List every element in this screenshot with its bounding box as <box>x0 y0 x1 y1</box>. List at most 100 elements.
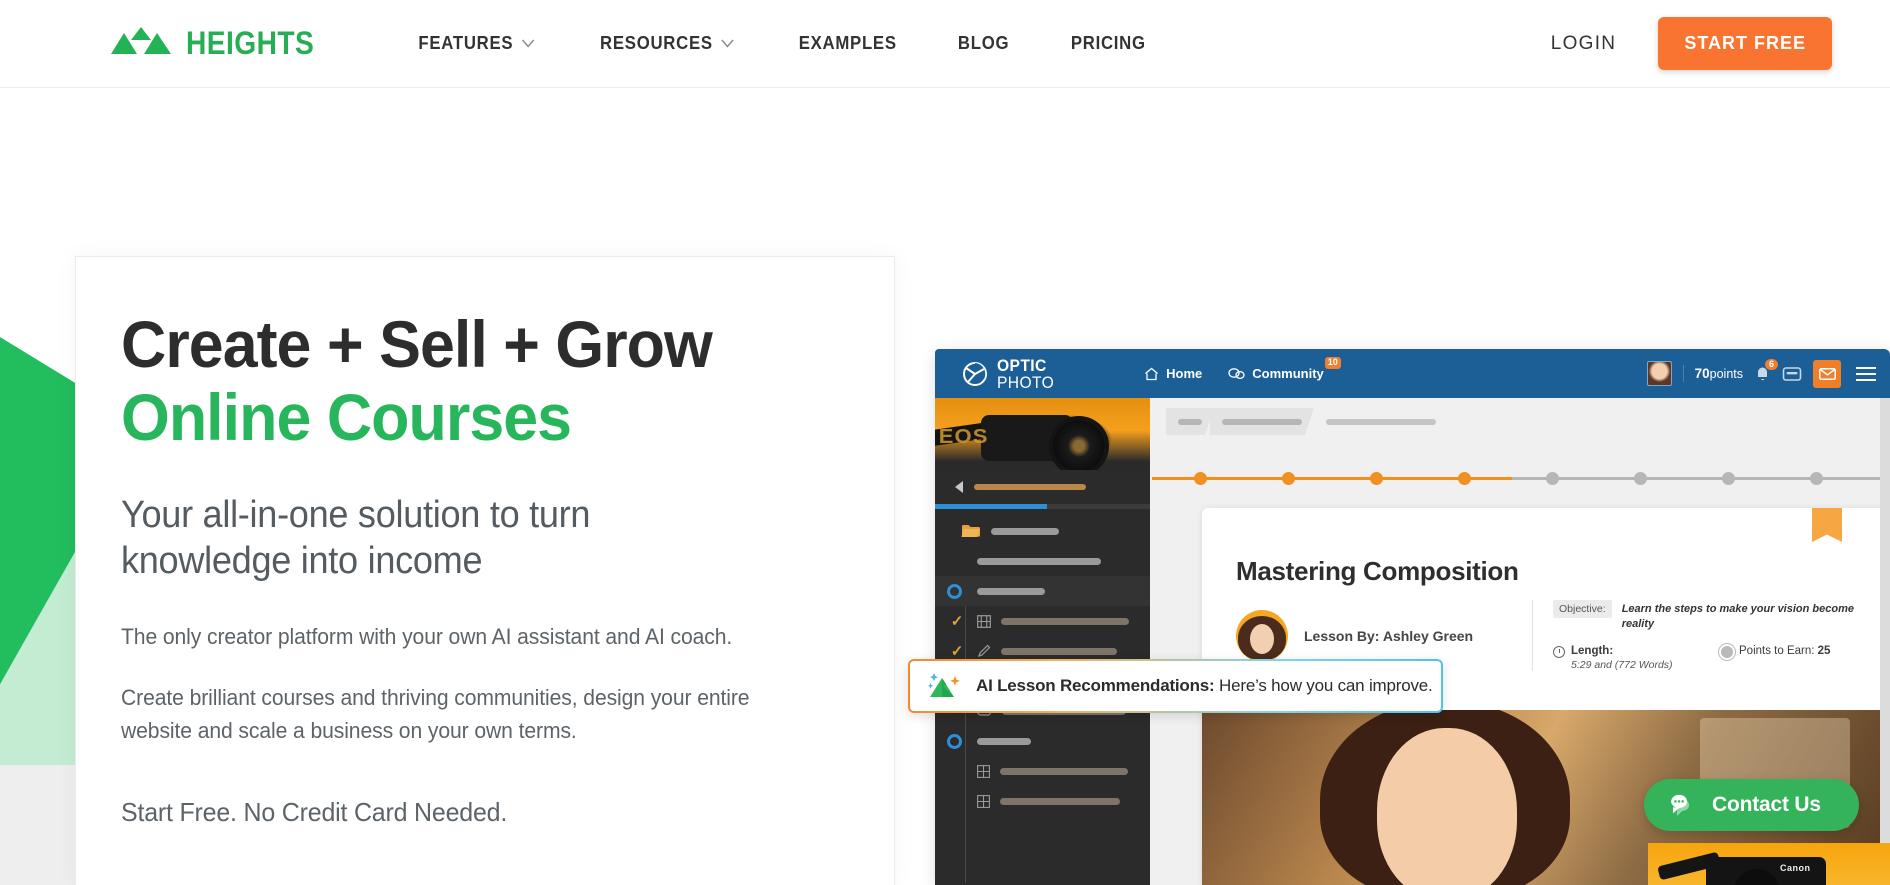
nav-item-resources[interactable]: RESOURCES <box>574 33 760 54</box>
ai-tooltip-bold-text: AI Lesson Recommendations: <box>976 676 1215 695</box>
hero-paragraph-1: The only creator platform with your own … <box>121 623 733 649</box>
status-marker: ✓ <box>949 642 965 660</box>
sidebar-label-placeholder <box>1000 797 1120 805</box>
check-icon: ✓ <box>950 643 964 660</box>
login-link[interactable]: LOGIN <box>1551 33 1617 55</box>
sidebar-label-placeholder <box>977 557 1101 565</box>
grid-icon <box>977 794 990 808</box>
camera-brand-label: Canon <box>1780 863 1811 873</box>
sidebar-item-folder[interactable] <box>935 516 1150 546</box>
timeline-remaining-line <box>1512 477 1888 480</box>
main-nav: FEATURES RESOURCES EXAMPLES BLOG PRICING <box>386 33 1177 54</box>
timeline-dot-completed[interactable] <box>1458 472 1471 485</box>
points-display: 70points <box>1695 366 1743 381</box>
hero-content-card: Create + Sell + Grow Online Courses Your… <box>75 256 895 885</box>
nav-label-examples: EXAMPLES <box>798 33 897 53</box>
length-value: 5:29 and (772 Words) <box>1571 658 1673 671</box>
sidebar-label-placeholder <box>1000 767 1128 775</box>
bookmark-icon[interactable] <box>1812 508 1842 542</box>
envelope-icon <box>1818 367 1836 380</box>
sidebar-back-row[interactable] <box>935 470 1150 504</box>
status-marker <box>946 733 962 749</box>
sidebar-item-current[interactable] <box>935 576 1150 606</box>
length-label: Length: <box>1571 644 1614 657</box>
timeline-dot-completed[interactable] <box>1194 472 1207 485</box>
mockup-nav-community[interactable]: Community 10 <box>1228 357 1341 381</box>
points-label: points <box>1709 367 1743 381</box>
ai-recommendations-tooltip[interactable]: AI Lesson Recommendations: Here’s how yo… <box>908 659 1443 713</box>
site-header: HEIGHTS FEATURES RESOURCES EXAMPLES BLOG… <box>0 0 1890 88</box>
points-to-earn-value: 25 <box>1817 644 1831 657</box>
chevron-left-icon <box>955 481 963 493</box>
mockup-brand-text: OPTIC PHOTO <box>997 357 1054 391</box>
brand-line-2: PHOTO <box>997 372 1055 392</box>
sidebar-item-9[interactable] <box>935 756 1150 786</box>
next-lesson-thumbnail[interactable]: Canon <box>1648 843 1890 885</box>
logo-text: HEIGHTS <box>186 25 315 61</box>
lesson-progress-timeline <box>1150 470 1890 486</box>
gear-icon <box>1721 645 1733 658</box>
timeline-dot-upcoming[interactable] <box>1634 472 1647 485</box>
nav-item-features[interactable]: FEATURES <box>392 33 560 54</box>
mockup-sidebar: EOS ✓ ✓ <box>935 398 1150 885</box>
sidebar-progress-fill <box>935 504 1047 509</box>
mockup-topbar: OPTIC PHOTO Home Community 10 70points 6 <box>935 349 1890 398</box>
sidebar-item-8[interactable] <box>935 726 1150 756</box>
timeline-dot-upcoming[interactable] <box>1546 472 1559 485</box>
divider <box>1682 365 1684 382</box>
messages-button[interactable] <box>1813 359 1841 388</box>
objective-text: Learn the steps to make your vision beco… <box>1621 603 1854 630</box>
breadcrumb-chip-1[interactable] <box>1166 408 1214 435</box>
logo-link[interactable]: HEIGHTS <box>110 25 332 62</box>
timeline-dot-upcoming[interactable] <box>1722 472 1735 485</box>
hamburger-menu-button[interactable] <box>1856 366 1876 381</box>
status-marker <box>946 583 962 599</box>
mockup-topnav: Home Community 10 <box>1144 357 1341 381</box>
breadcrumb-chip-2[interactable] <box>1210 408 1314 435</box>
chevron-down-icon <box>521 39 535 48</box>
avatar[interactable] <box>1646 361 1672 386</box>
pencil-icon <box>978 644 991 657</box>
headline-line-1: Create + Sell + Grow <box>121 307 713 381</box>
sidebar-course-title-placeholder <box>974 484 1086 490</box>
mockup-nav-home[interactable]: Home <box>1144 366 1202 381</box>
timeline-dot-completed[interactable] <box>1282 472 1295 485</box>
camera-label: EOS <box>938 426 989 448</box>
inbox-button[interactable] <box>1782 365 1802 383</box>
timeline-dot-completed[interactable] <box>1370 472 1383 485</box>
contact-us-button[interactable]: Contact Us <box>1644 779 1859 831</box>
lesson-objective-panel: Objective: Learn the steps to make your … <box>1532 600 1854 671</box>
lesson-points-stat: Points to Earn: 25 <box>1721 645 1830 671</box>
sidebar-label-placeholder <box>977 587 1045 595</box>
contact-us-label: Contact Us <box>1712 793 1821 816</box>
circle-icon <box>946 733 962 749</box>
notifications-bell-button[interactable]: 6 <box>1754 358 1778 383</box>
breadcrumb-text-placeholder <box>1326 418 1436 425</box>
circle-icon <box>946 583 962 599</box>
sidebar-item-2[interactable] <box>935 546 1150 576</box>
hero-subheadline: Your all-in-one solution to turn knowled… <box>121 494 591 583</box>
sidebar-item-10[interactable] <box>935 786 1150 816</box>
nav-item-pricing[interactable]: PRICING <box>1044 33 1171 54</box>
ai-tooltip-body-text: Here’s how you can improve. <box>1214 676 1433 695</box>
lesson-author-label: Lesson By: Ashley Green <box>1304 628 1474 644</box>
hero-paragraph-2: Create brilliant courses and thriving co… <box>121 684 750 743</box>
sidebar-course-image: EOS <box>935 398 1150 470</box>
timeline-dot-upcoming[interactable] <box>1810 472 1823 485</box>
nav-label-pricing: PRICING <box>1070 33 1146 53</box>
chat-bubbles-icon <box>1228 367 1245 379</box>
nav-item-examples[interactable]: EXAMPLES <box>773 33 923 54</box>
mockup-right-edge <box>1880 398 1890 885</box>
nav-label-features: FEATURES <box>418 33 514 53</box>
mockup-nav-home-label: Home <box>1166 366 1203 381</box>
clock-icon <box>1553 645 1565 658</box>
sidebar-label-placeholder <box>1001 617 1129 625</box>
headline-line-2: Online Courses <box>121 380 572 454</box>
start-free-button[interactable]: START FREE <box>1658 17 1832 70</box>
mockup-nav-community-label: Community <box>1252 366 1324 381</box>
nav-item-blog[interactable]: BLOG <box>932 33 1035 54</box>
sidebar-item-video[interactable]: ✓ <box>935 606 1150 636</box>
ai-sparkle-mountain-icon <box>928 673 960 697</box>
mockup-brand[interactable]: OPTIC PHOTO <box>962 357 1059 391</box>
lesson-length-stat: Length: 5:29 and (772 Words) <box>1553 645 1721 671</box>
